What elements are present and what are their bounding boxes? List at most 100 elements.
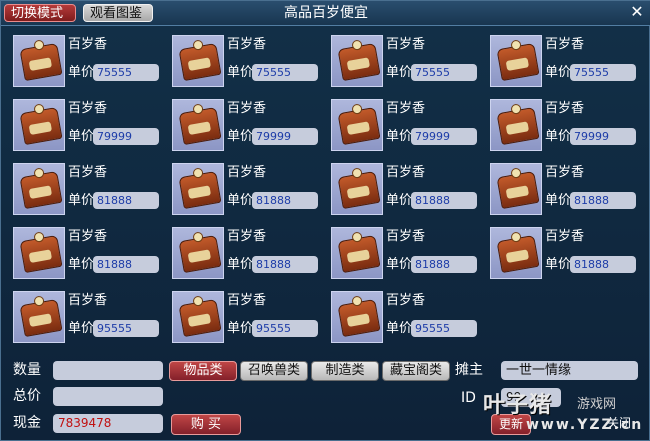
treasure-chest-icon [178,106,222,146]
window-title: 高品百岁便宜 [284,5,368,21]
item-slot[interactable]: 百岁香 单价 95555 [331,291,481,347]
unit-price-label: 单价 [227,321,254,336]
item-slot[interactable]: 百岁香 单价 95555 [13,291,163,347]
unit-price-value: 75555 [93,64,159,81]
stall-window: 切换模式 观看图鉴 高品百岁便宜 ✕ 百岁香 单价 75555 百岁香 单价 75555 百… [0,0,650,441]
treasure-chest-icon [337,106,381,146]
item-slot[interactable]: 百岁香 单价 81888 [490,163,640,219]
item-slot[interactable]: 百岁香 单价 79999 [13,99,163,155]
item-slot[interactable]: 百岁香 单价 81888 [172,163,322,219]
item-name: 百岁香 [386,165,426,180]
treasure-chest-icon [19,170,63,210]
item-icon-frame[interactable] [172,35,224,87]
item-icon-frame[interactable] [172,227,224,279]
category-items-button[interactable]: 物品类 [169,361,237,381]
item-name: 百岁香 [68,37,108,52]
item-slot[interactable]: 百岁香 单价 81888 [13,227,163,283]
category-summons-button[interactable]: 召唤兽类 [240,361,308,381]
item-icon-frame[interactable] [331,35,383,87]
title-bar: 切换模式 观看图鉴 高品百岁便宜 ✕ [1,1,650,26]
item-icon-frame[interactable] [13,291,65,343]
unit-price-value: 81888 [411,256,477,273]
item-name: 百岁香 [227,293,267,308]
treasure-chest-icon [19,298,63,338]
unit-price-label: 单价 [68,129,95,144]
item-slot[interactable]: 百岁香单价 75555 [490,35,640,91]
unit-price-value: 79999 [252,128,318,145]
item-slot[interactable]: 百岁香单价 75555 [172,35,322,91]
item-slot[interactable]: 百岁香 单价 81888 [490,227,640,283]
total-price-field [53,387,163,406]
treasure-chest-icon [19,106,63,146]
item-icon-frame[interactable] [331,227,383,279]
treasure-chest-icon [19,42,63,82]
treasure-chest-icon [178,298,222,338]
unit-price-label: 单价 [545,257,572,272]
category-crafting-button[interactable]: 制造类 [311,361,379,381]
stall-owner-field: 一世一情缘 [501,361,638,380]
unit-price-label: 单价 [227,65,254,80]
unit-price-label: 单价 [386,257,413,272]
item-slot[interactable]: 百岁香 单价 75555 [13,35,163,91]
item-slot[interactable]: 百岁香 单价 79999 [331,99,481,155]
unit-price-label: 单价 [545,193,572,208]
unit-price-value: 81888 [93,192,159,209]
treasure-chest-icon [19,234,63,274]
item-icon-frame[interactable] [490,227,542,279]
unit-price-label: 单价 [386,193,413,208]
buy-button[interactable]: 购 买 [171,414,241,435]
cash-label: 现金 [13,415,41,431]
item-icon-frame[interactable] [172,291,224,343]
item-icon-frame[interactable] [13,35,65,87]
item-icon-frame[interactable] [13,99,65,151]
unit-price-value: 81888 [252,256,318,273]
unit-price-label: 单价 [545,65,572,80]
total-price-label: 总价 [13,388,41,404]
treasure-chest-icon [178,170,222,210]
unit-price-value: 75555 [252,64,318,81]
close-icon[interactable]: ✕ [629,4,645,20]
unit-price-value: 95555 [93,320,159,337]
treasure-chest-icon [496,170,540,210]
item-slot[interactable]: 百岁香 单价 81888 [331,227,481,283]
item-icon-frame[interactable] [172,163,224,215]
treasure-chest-icon [337,234,381,274]
item-name: 百岁香 [545,165,585,180]
item-icon-frame[interactable] [331,291,383,343]
item-name: 百岁香 [227,165,267,180]
item-icon-frame[interactable] [13,163,65,215]
unit-price-value: 81888 [570,256,636,273]
item-icon-frame[interactable] [490,163,542,215]
item-name: 百岁香 [227,37,267,52]
item-slot[interactable]: 百岁香 单价 81888 [13,163,163,219]
category-treasure-button[interactable]: 藏宝阁类 [382,361,450,381]
unit-price-label: 单价 [227,129,254,144]
unit-price-label: 单价 [545,129,572,144]
item-icon-frame[interactable] [490,99,542,151]
item-name: 百岁香 [545,37,585,52]
cash-field: 7839478 [53,414,163,433]
unit-price-value: 75555 [570,64,636,81]
item-name: 百岁香 [545,101,585,116]
item-slot[interactable]: 百岁香 单价 75555 [331,35,481,91]
item-icon-frame[interactable] [172,99,224,151]
item-slot[interactable]: 百岁香 单价 81888 [172,227,322,283]
unit-price-label: 单价 [68,193,95,208]
item-icon-frame[interactable] [13,227,65,279]
treasure-chest-icon [496,42,540,82]
treasure-chest-icon [337,298,381,338]
treasure-chest-icon [496,106,540,146]
item-icon-frame[interactable] [331,99,383,151]
item-icon-frame[interactable] [331,163,383,215]
item-icon-frame[interactable] [490,35,542,87]
item-slot[interactable]: 百岁香 单价 79999 [490,99,640,155]
item-slot[interactable]: 百岁香 单价 79999 [172,99,322,155]
item-name: 百岁香 [386,293,426,308]
item-slot[interactable]: 百岁香 单价 95555 [172,291,322,347]
item-name: 百岁香 [68,101,108,116]
quantity-input[interactable] [53,361,163,380]
item-slot[interactable]: 百岁香 单价 81888 [331,163,481,219]
unit-price-label: 单价 [68,321,95,336]
unit-price-label: 单价 [386,65,413,80]
watermark-subtitle: 游戏网 [577,397,617,412]
